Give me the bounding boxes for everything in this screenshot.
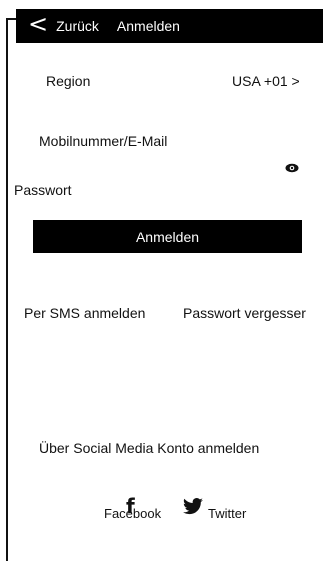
page-title: Anmelden xyxy=(116,18,180,34)
facebook-icon[interactable]: f xyxy=(126,496,135,516)
social-login-row: Facebook f Twitter xyxy=(104,496,284,530)
password-field[interactable]: Passwort xyxy=(14,182,72,198)
phone-email-field[interactable]: Mobilnummer/E-Mail xyxy=(39,133,167,149)
top-navigation-bar: < Zurück Anmelden xyxy=(16,9,323,43)
eye-icon[interactable] xyxy=(285,163,299,173)
region-label: Region xyxy=(46,73,91,89)
twitter-icon[interactable] xyxy=(182,498,204,516)
sms-login-link[interactable]: Per SMS anmelden xyxy=(24,305,145,321)
back-arrow-icon: < xyxy=(28,10,49,38)
login-button[interactable]: Anmelden xyxy=(33,220,302,253)
back-button[interactable]: < Zurück xyxy=(16,9,99,43)
back-label: Zurück xyxy=(56,18,99,34)
region-selector[interactable]: USA +01 > xyxy=(232,73,300,89)
forgot-password-link[interactable]: Passwort vergesser xyxy=(183,305,306,321)
social-login-heading: Über Social Media Konto anmelden xyxy=(39,440,260,456)
twitter-button[interactable]: Twitter xyxy=(208,506,246,521)
frame-left-border xyxy=(6,18,8,561)
